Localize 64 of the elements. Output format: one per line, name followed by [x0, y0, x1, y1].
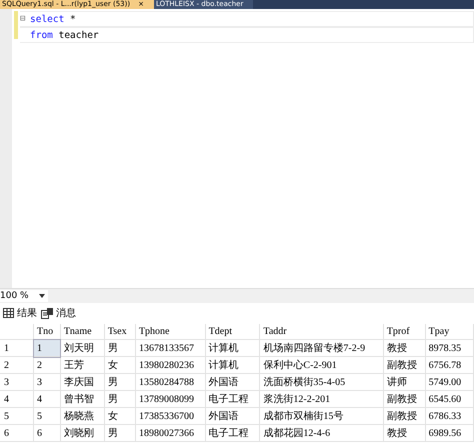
- table-cell: 男: [104, 390, 136, 408]
- column-header[interactable]: Tno: [34, 324, 60, 340]
- results-tab[interactable]: 结果: [17, 306, 37, 320]
- table-cell: 浆洗街12-2-201: [260, 390, 384, 408]
- table-cell: 6786.33: [425, 408, 474, 424]
- table-cell: 1: [34, 340, 60, 356]
- table-cell: 男: [104, 424, 136, 442]
- table-cell: 副教授: [383, 390, 426, 408]
- table-cell: 8978.35: [425, 340, 474, 356]
- table-cell: 6756.78: [425, 356, 474, 374]
- table-cell: 教授: [383, 340, 426, 356]
- table-cell: 13678133567: [135, 340, 206, 356]
- change-marker: [14, 11, 18, 39]
- column-header[interactable]: Tphone: [135, 324, 206, 340]
- table-cell: 刘天明: [60, 340, 104, 356]
- table-cell: 成都花园12-4-6: [260, 424, 384, 442]
- grid-icon: [3, 308, 14, 318]
- table-cell: 杨晓燕: [60, 408, 104, 424]
- table-cell: 外国语: [205, 408, 260, 424]
- table-cell: 机场南四路留专楼7-2-9: [260, 340, 384, 356]
- table-cell: 王芳: [60, 356, 104, 374]
- table-cell: 13980280236: [135, 356, 206, 374]
- table-cell: 教授: [383, 424, 426, 442]
- table-cell: 6: [34, 424, 60, 442]
- table-cell: 电子工程: [205, 424, 260, 442]
- code-line: ⊟ select *: [20, 11, 474, 27]
- table-cell: 男: [104, 374, 136, 390]
- table-cell: 外国语: [205, 374, 260, 390]
- table-cell: 17385336700: [135, 408, 206, 424]
- table-cell: 成都市双楠街15号: [260, 408, 384, 424]
- zoom-dropdown[interactable]: 100 %: [0, 290, 48, 302]
- table-cell: 4: [34, 390, 60, 408]
- table-cell: 讲师: [383, 374, 426, 390]
- table-cell: 李庆国: [60, 374, 104, 390]
- table-cell: 13580284788: [135, 374, 206, 390]
- caret-icon: [39, 294, 45, 298]
- table-cell: 3: [34, 374, 60, 390]
- table-cell: 6545.60: [425, 390, 474, 408]
- column-header[interactable]: Tsex: [104, 324, 136, 340]
- table-cell: 6989.56: [425, 424, 474, 442]
- column-header[interactable]: Tpay: [425, 324, 474, 340]
- table-cell: 计算机: [205, 356, 260, 374]
- table-cell: 计算机: [205, 340, 260, 356]
- table-cell: 5: [34, 408, 60, 424]
- table-cell: 男: [104, 340, 136, 356]
- column-header[interactable]: Taddr: [260, 324, 384, 340]
- table-cell: 电子工程: [205, 390, 260, 408]
- table-cell: 保利中心C-2-901: [260, 356, 384, 374]
- document-icon: [41, 308, 53, 318]
- table-cell: 曾书智: [60, 390, 104, 408]
- table-cell: 女: [104, 408, 136, 424]
- table-cell: 刘晓刚: [60, 424, 104, 442]
- table-cell: 副教授: [383, 408, 426, 424]
- code-line: from teacher: [20, 27, 474, 43]
- table-cell: 13789008099: [135, 390, 206, 408]
- results-tab[interactable]: 消息: [56, 306, 76, 320]
- table-cell: 5749.00: [425, 374, 474, 390]
- column-header[interactable]: Tprof: [383, 324, 426, 340]
- table-cell: 副教授: [383, 356, 426, 374]
- table-cell: 洗面桥横街35-4-05: [260, 374, 384, 390]
- table-cell: 18980027366: [135, 424, 206, 442]
- column-header[interactable]: Tname: [60, 324, 104, 340]
- table-cell: 女: [104, 356, 136, 374]
- column-header[interactable]: Tdept: [205, 324, 260, 340]
